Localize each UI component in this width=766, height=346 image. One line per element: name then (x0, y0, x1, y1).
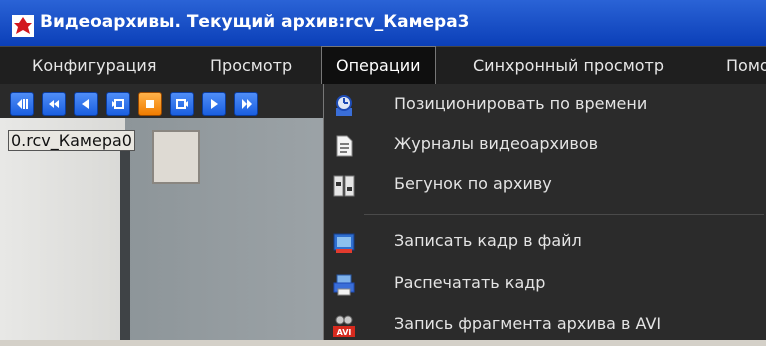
play-icon (211, 99, 218, 109)
more-icon (242, 99, 252, 109)
menu-operations[interactable]: Операции (321, 46, 436, 86)
svg-text:AVI: AVI (337, 328, 352, 337)
menu-item-archive-slider[interactable]: Бегунок по архиву (324, 166, 766, 206)
menu-item-archive-logs[interactable]: Журналы видеоархивов (324, 126, 766, 166)
slider-icon (333, 175, 355, 197)
menu-item-label: Позиционировать по времени (394, 94, 648, 113)
menu-item-label: Записать кадр в файл (394, 231, 582, 250)
frame-step-icon (17, 99, 28, 109)
menu-separator (364, 214, 764, 215)
menu-item-label: Журналы видеоархивов (394, 134, 599, 153)
more-button[interactable] (234, 92, 258, 116)
menu-item-record-avi[interactable]: AVI Запись фрагмента архива в AVI (324, 306, 766, 346)
menu-item-label: Запись фрагмента архива в AVI (394, 314, 662, 333)
window-title: Видеоархивы. Текущий архив:rcv_Камера3 (40, 12, 470, 32)
frame-back-icon (112, 99, 124, 109)
video-wall-box (152, 130, 200, 184)
stop-button[interactable] (138, 92, 162, 116)
clock-icon (336, 95, 352, 116)
menu-item-label: Бегунок по архиву (394, 174, 552, 193)
menu-item-position-time[interactable]: Позиционировать по времени (324, 86, 766, 126)
camera-label: 0.rcv_Камера0 (8, 130, 135, 151)
menu-configuration[interactable]: Конфигурация (18, 47, 170, 85)
prev-icon (82, 99, 89, 109)
prev-button[interactable] (74, 92, 98, 116)
operations-dropdown: Позиционировать по времени Журналы видео… (323, 84, 766, 340)
menu-item-label: Распечатать кадр (394, 273, 546, 292)
menu-help[interactable]: Помо (712, 47, 766, 85)
play-button[interactable] (202, 92, 226, 116)
print-icon (333, 274, 355, 296)
title-bar: Видеоархивы. Текущий архив:rcv_Камера3 (0, 0, 766, 46)
frame-forward-button[interactable] (170, 92, 194, 116)
video-view[interactable]: 0.rcv_Камера0 (0, 118, 330, 340)
menu-sync-view[interactable]: Синхронный просмотр (459, 47, 678, 85)
menu-bar: Конфигурация Просмотр Операции Синхронны… (0, 46, 766, 86)
app-icon (12, 15, 34, 37)
playback-toolbar (0, 84, 330, 118)
rewind-fast-icon (49, 100, 59, 108)
rewind-fast-button[interactable] (42, 92, 66, 116)
video-wall (0, 118, 130, 340)
document-icon (336, 135, 353, 157)
avi-icon: AVI (333, 315, 355, 337)
menu-item-print-frame[interactable]: Распечатать кадр (324, 265, 766, 305)
frame-step-button[interactable] (10, 92, 34, 116)
frame-forward-icon (176, 99, 188, 109)
video-door-edge (120, 138, 130, 340)
frame-back-button[interactable] (106, 92, 130, 116)
stop-icon (146, 100, 154, 108)
save-frame-icon (333, 233, 355, 253)
menu-item-save-frame[interactable]: Записать кадр в файл (324, 223, 766, 263)
menu-view[interactable]: Просмотр (196, 47, 306, 85)
